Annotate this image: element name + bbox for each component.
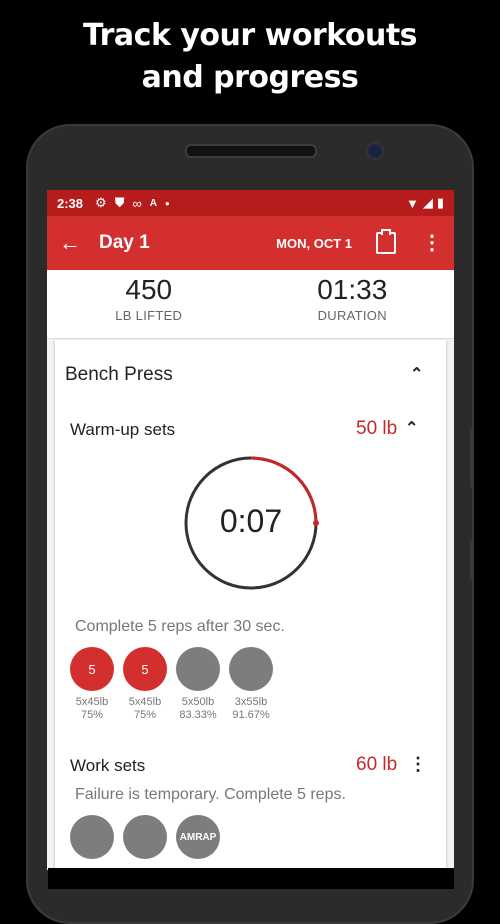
navigation-bar [48, 868, 454, 889]
set-scheme: 5x45lb [128, 696, 162, 708]
link-icon: ∞ [132, 195, 142, 211]
gear-icon: ⚙ [95, 195, 107, 210]
work-set-amrap[interactable]: AMRAP [176, 815, 220, 859]
phone-screen: 2:38 ⚙ ⛊ ∞ A • ▼ ◢ ▮ ← Day 1 MON, OCT 1 … [47, 190, 454, 870]
workout-summary: 450 LB LIFTED 01:33 DURATION [47, 270, 454, 339]
work-set-2[interactable] [123, 815, 167, 859]
text-icon: A [149, 197, 157, 209]
set-scheme: 5x45lb [75, 696, 109, 708]
status-bar: 2:38 ⚙ ⛊ ∞ A • ▼ ◢ ▮ [47, 190, 454, 216]
promo-line-2: and progress [141, 60, 359, 95]
app-bar: ← Day 1 MON, OCT 1 ⋮ [47, 216, 454, 270]
stat-label: DURATION [317, 308, 387, 323]
warmup-weight[interactable]: 50 lb [356, 418, 397, 440]
set-detail: 3x55lb 91.67% [221, 696, 281, 722]
warmup-hint: Complete 5 reps after 30 sec. [75, 618, 285, 635]
warmup-set-2[interactable]: 5 [123, 647, 167, 691]
work-sets-title: Work sets [70, 756, 146, 775]
set-percent: 75% [133, 709, 157, 721]
shield-icon: ⛊ [114, 195, 125, 210]
rest-timer-text: 0:07 [219, 503, 283, 539]
power-button [470, 540, 474, 580]
promo-line-1: Track your workouts [82, 18, 418, 53]
set-detail: 5x45lb 75% [62, 696, 122, 722]
back-arrow-icon[interactable]: ← [59, 230, 99, 256]
set-scheme: 3x55lb [234, 696, 268, 708]
workout-date-button[interactable]: MON, OCT 1 [276, 236, 352, 251]
more-vert-icon[interactable]: ⋮ [422, 233, 442, 253]
exercise-name: Bench Press [65, 364, 173, 385]
warmup-set-3[interactable] [176, 647, 220, 691]
set-percent: 75% [80, 709, 104, 721]
stat-value: 01:33 [317, 274, 388, 305]
volume-button [470, 428, 474, 488]
workout-title: Day 1 [99, 232, 150, 253]
clipboard-icon[interactable] [376, 229, 396, 254]
set-percent: 83.33% [179, 709, 217, 721]
wifi-icon: ▼ [405, 195, 419, 211]
set-percent: 91.67% [232, 709, 270, 721]
warmup-chevron-icon[interactable]: ⌃ [405, 418, 418, 438]
stat-value: 450 [125, 274, 173, 305]
front-camera [366, 142, 384, 160]
dot-icon: • [164, 195, 170, 211]
warmup-set-1[interactable]: 5 [70, 647, 114, 691]
speaker-grille [185, 144, 317, 158]
warmup-title: Warm-up sets [70, 420, 176, 439]
battery-icon: ▮ [436, 195, 444, 210]
warmup-set-4[interactable] [229, 647, 273, 691]
work-more-vert-icon[interactable]: ⋮ [409, 754, 427, 775]
set-scheme: 5x50lb [181, 696, 215, 708]
work-set-1[interactable] [70, 815, 114, 859]
set-detail: 5x45lb 75% [115, 696, 175, 722]
collapse-chevron-icon[interactable]: ⌃ [410, 364, 423, 384]
stat-lifted: 450 LB LIFTED [47, 270, 251, 338]
status-time: 2:38 [57, 195, 84, 211]
stat-label: LB LIFTED [115, 308, 183, 323]
work-weight[interactable]: 60 lb [356, 754, 397, 776]
signal-icon: ◢ [422, 195, 433, 210]
set-detail: 5x50lb 83.33% [168, 696, 228, 722]
work-hint: Failure is temporary. Complete 5 reps. [75, 786, 346, 803]
exercise-card: Bench Press ⌃ Warm-up sets 50 lb ⌃ 0:07 … [55, 340, 446, 870]
stat-duration: 01:33 DURATION [251, 270, 455, 338]
